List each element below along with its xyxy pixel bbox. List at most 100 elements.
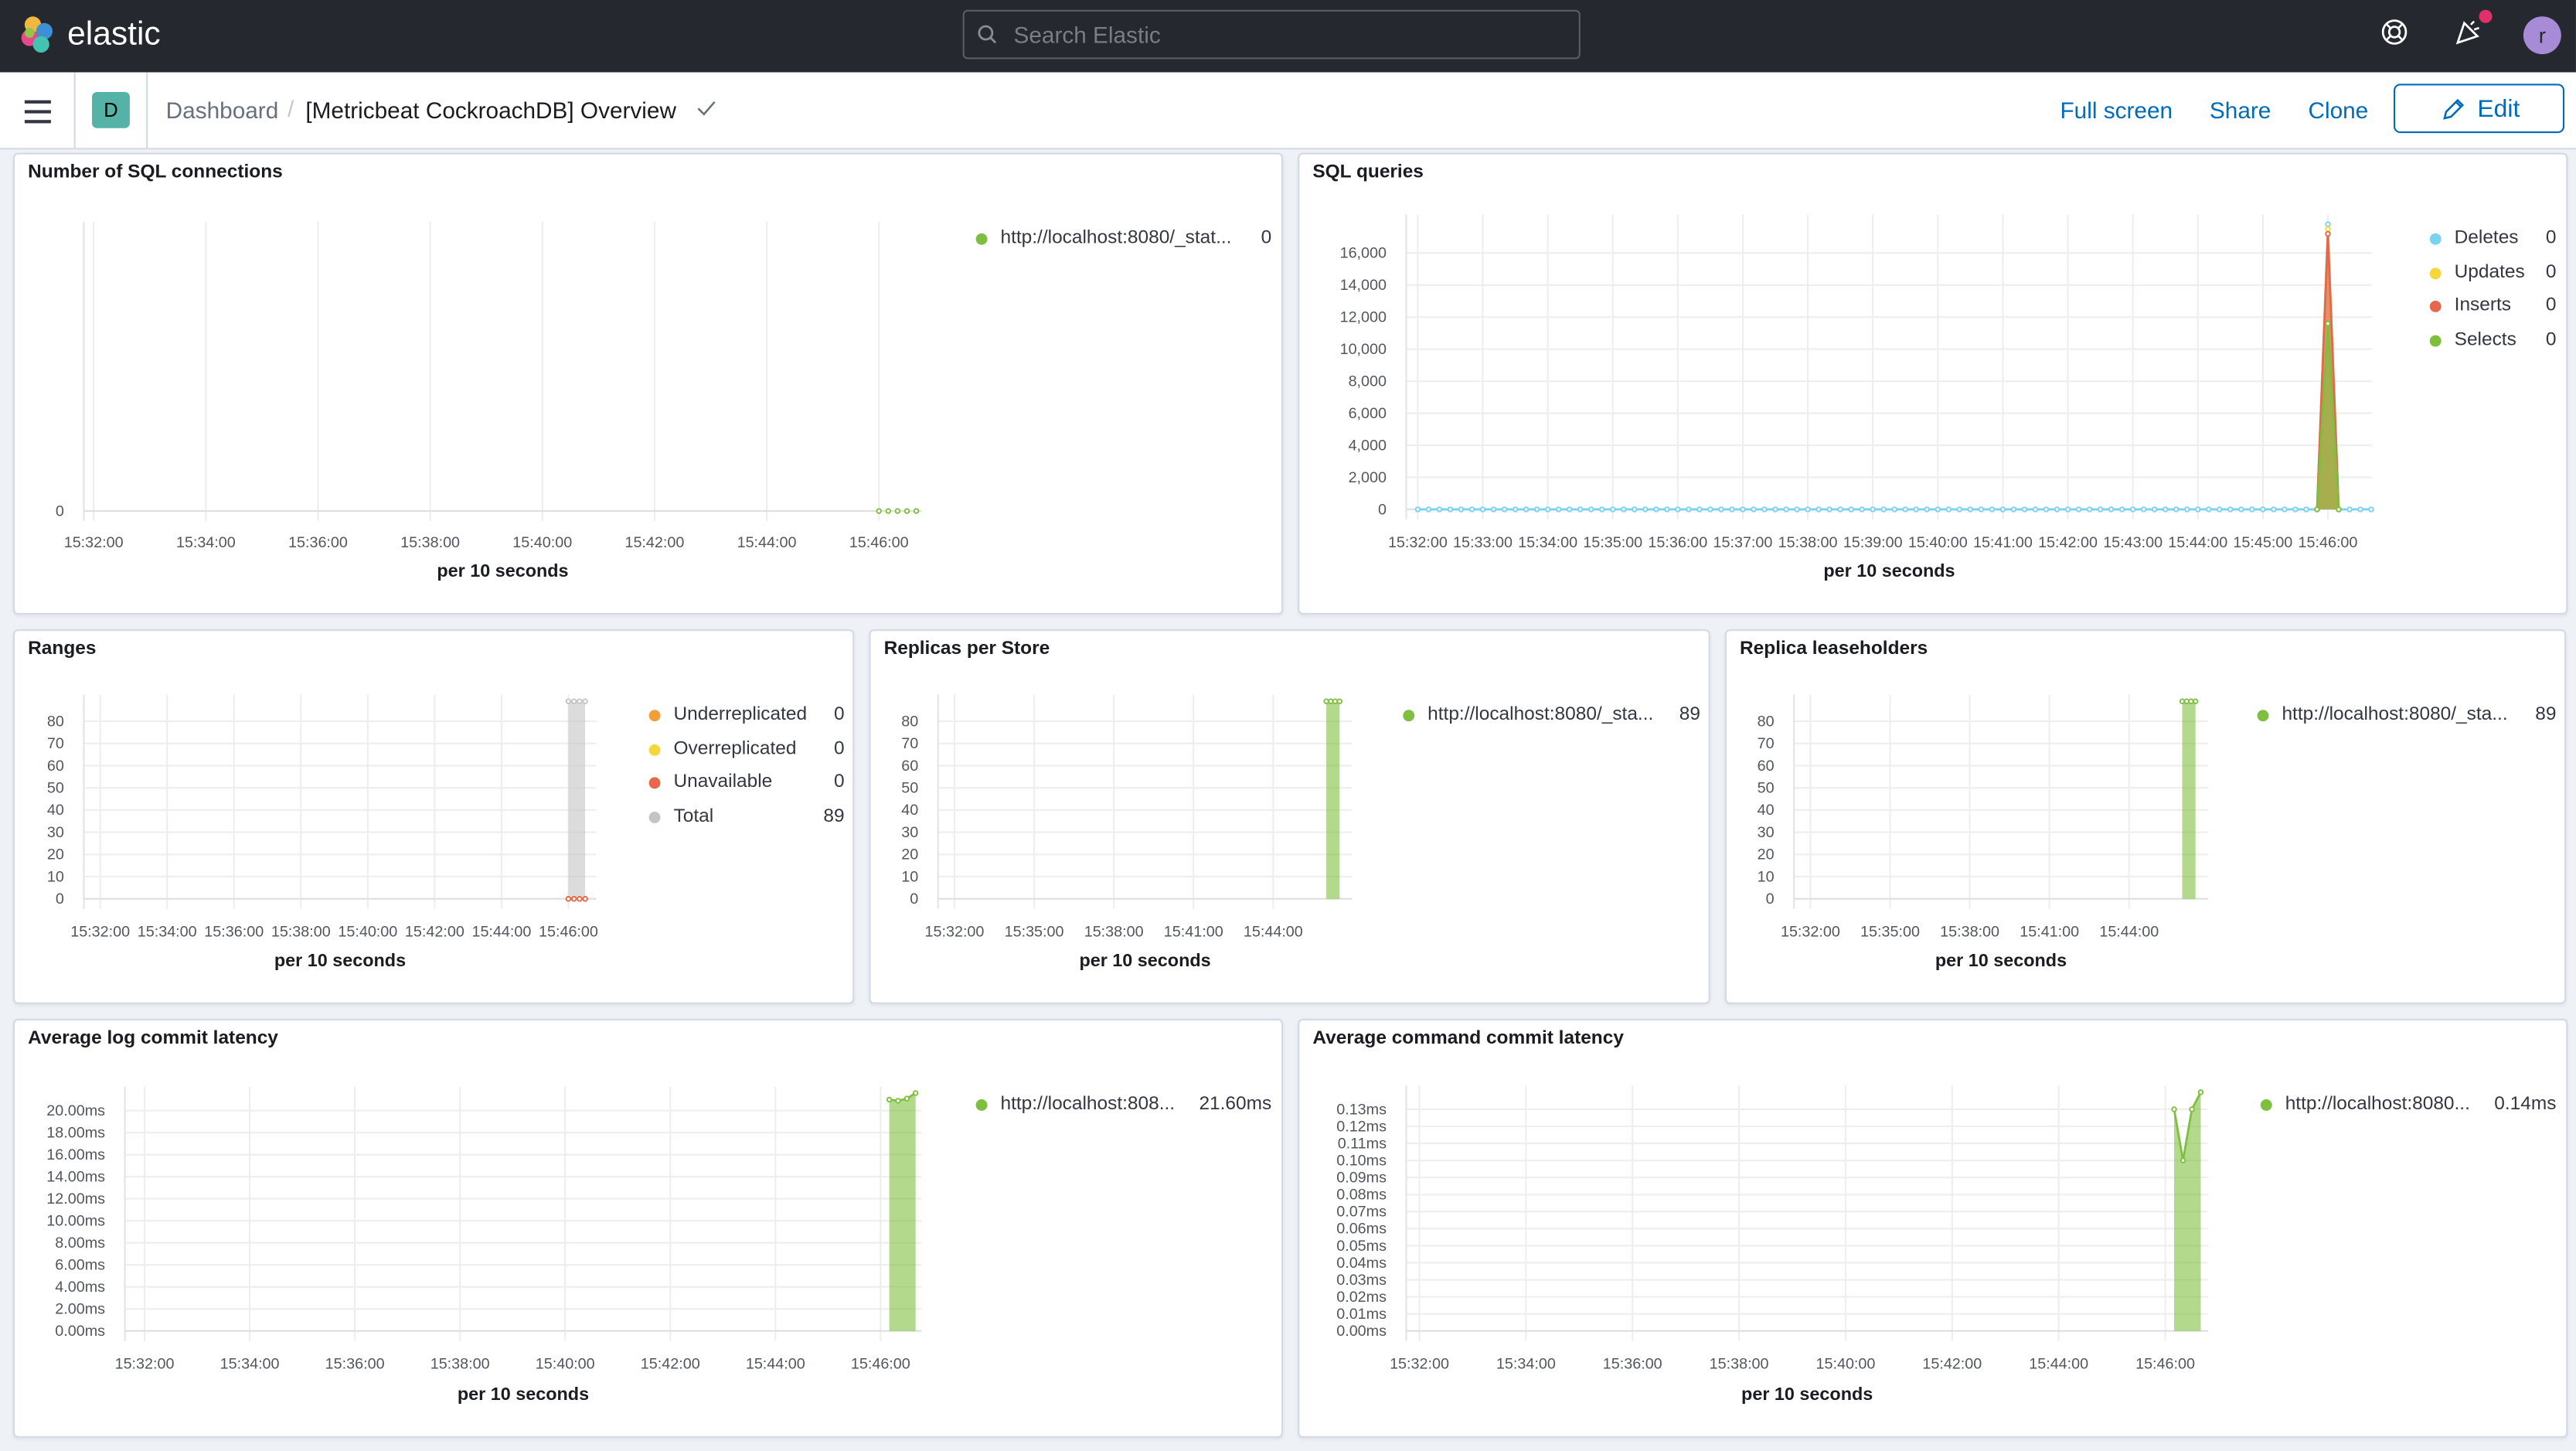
data-point[interactable] bbox=[1805, 506, 1811, 513]
data-point[interactable] bbox=[2227, 506, 2234, 513]
data-point[interactable] bbox=[2282, 506, 2288, 513]
data-point[interactable] bbox=[2238, 506, 2244, 513]
legend-item[interactable]: http://localhost:8080/_sta... 89 bbox=[2257, 705, 2556, 739]
data-point[interactable] bbox=[903, 508, 910, 514]
data-point[interactable] bbox=[2192, 698, 2199, 704]
legend-item[interactable]: http://localhost:8080/_sta... 89 bbox=[1403, 705, 1700, 739]
data-point[interactable] bbox=[577, 895, 583, 902]
data-point[interactable] bbox=[1826, 506, 1832, 513]
data-point[interactable] bbox=[1978, 506, 1985, 513]
data-point[interactable] bbox=[2357, 506, 2363, 513]
data-point[interactable] bbox=[1967, 506, 1974, 513]
brand-name[interactable]: elastic bbox=[67, 16, 161, 54]
data-point[interactable] bbox=[1815, 506, 1822, 513]
data-point[interactable] bbox=[1587, 506, 1594, 513]
legend-item[interactable]: http://localhost:8080... 0.14ms bbox=[2260, 1095, 2556, 1129]
panel-p4[interactable]: Replicas per Store 0 10 20 30 40 50 60 70 80 15:32… bbox=[869, 629, 1710, 1004]
data-point[interactable] bbox=[582, 895, 588, 902]
data-point[interactable] bbox=[2064, 506, 2071, 513]
data-point[interactable] bbox=[1859, 506, 1865, 513]
data-point[interactable] bbox=[2197, 1089, 2204, 1095]
data-point[interactable] bbox=[1989, 506, 1996, 513]
data-point[interactable] bbox=[1501, 506, 1508, 513]
data-point[interactable] bbox=[1848, 506, 1854, 513]
data-point[interactable] bbox=[565, 895, 572, 902]
data-point[interactable] bbox=[1533, 506, 1540, 513]
data-point[interactable] bbox=[1598, 506, 1605, 513]
data-point[interactable] bbox=[2189, 1106, 2195, 1112]
elastic-logo-icon[interactable] bbox=[18, 15, 57, 54]
data-point[interactable] bbox=[1436, 506, 1443, 513]
data-point[interactable] bbox=[885, 508, 892, 514]
clone-button[interactable]: Clone bbox=[2308, 97, 2368, 123]
data-point[interactable] bbox=[1880, 506, 1887, 513]
data-point[interactable] bbox=[1751, 506, 1757, 513]
panel-p1[interactable]: Number of SQL connections 0 15:32:00 15:34:… bbox=[13, 152, 1284, 615]
data-point[interactable] bbox=[2086, 506, 2093, 513]
data-point[interactable] bbox=[2368, 506, 2374, 513]
data-point[interactable] bbox=[1642, 506, 1649, 513]
legend-item[interactable]: http://localhost:808... 21.60ms bbox=[975, 1095, 1271, 1129]
legend-item[interactable]: Selects 0 bbox=[2429, 330, 2556, 364]
legend-item[interactable]: Overreplicated 0 bbox=[648, 739, 845, 773]
data-point[interactable] bbox=[2303, 506, 2309, 513]
panel-p2[interactable]: SQL queries 0 2,000 4,000 6,000 8,000 10,000 12… bbox=[1298, 152, 2568, 615]
data-point[interactable] bbox=[1479, 506, 1486, 513]
data-point[interactable] bbox=[2195, 506, 2201, 513]
data-point[interactable] bbox=[895, 1098, 901, 1104]
data-point[interactable] bbox=[2325, 230, 2331, 237]
data-point[interactable] bbox=[2140, 506, 2147, 513]
data-point[interactable] bbox=[2325, 320, 2331, 327]
legend-item[interactable]: Unavailable 0 bbox=[648, 773, 845, 807]
data-point[interactable] bbox=[1332, 698, 1339, 704]
data-point[interactable] bbox=[1577, 506, 1584, 513]
data-point[interactable] bbox=[1783, 506, 1789, 513]
data-point[interactable] bbox=[1913, 506, 1919, 513]
data-point[interactable] bbox=[2206, 506, 2212, 513]
space-badge[interactable]: D bbox=[92, 92, 130, 128]
data-point[interactable] bbox=[1336, 698, 1342, 704]
data-point[interactable] bbox=[2314, 506, 2320, 513]
data-point[interactable] bbox=[1902, 506, 1908, 513]
data-point[interactable] bbox=[1686, 506, 1692, 513]
legend-item[interactable]: Inserts 0 bbox=[2429, 296, 2556, 330]
data-point[interactable] bbox=[1675, 506, 1681, 513]
data-point[interactable] bbox=[1523, 506, 1530, 513]
data-point[interactable] bbox=[1447, 506, 1454, 513]
data-point[interactable] bbox=[570, 895, 577, 902]
data-point[interactable] bbox=[2010, 506, 2017, 513]
share-button[interactable]: Share bbox=[2210, 97, 2271, 123]
data-point[interactable] bbox=[1425, 506, 1432, 513]
data-point[interactable] bbox=[2021, 506, 2028, 513]
legend-item[interactable]: Underreplicated 0 bbox=[648, 705, 845, 739]
data-point[interactable] bbox=[2188, 698, 2194, 704]
panel-p5[interactable]: Replica leaseholders 0 10 20 30 40 50 60 70 80 15:… bbox=[1724, 629, 2567, 1004]
legend-item[interactable]: Deletes 0 bbox=[2429, 228, 2556, 262]
data-point[interactable] bbox=[570, 698, 577, 704]
data-point[interactable] bbox=[1945, 506, 1952, 513]
data-point[interactable] bbox=[1653, 506, 1659, 513]
data-point[interactable] bbox=[565, 698, 572, 704]
avatar[interactable]: r bbox=[2523, 16, 2561, 55]
data-point[interactable] bbox=[2075, 506, 2082, 513]
data-point[interactable] bbox=[913, 508, 920, 514]
newsfeed-icon[interactable] bbox=[2455, 18, 2482, 46]
data-point[interactable] bbox=[1566, 506, 1573, 513]
data-point[interactable] bbox=[2179, 698, 2186, 704]
data-point[interactable] bbox=[1621, 506, 1627, 513]
data-point[interactable] bbox=[2043, 506, 2050, 513]
data-point[interactable] bbox=[1956, 506, 1963, 513]
breadcrumb-dashboard[interactable]: Dashboard bbox=[166, 97, 279, 123]
data-point[interactable] bbox=[1999, 506, 2006, 513]
data-point[interactable] bbox=[1891, 506, 1897, 513]
data-point[interactable] bbox=[2180, 1157, 2186, 1163]
data-point[interactable] bbox=[1323, 698, 1329, 704]
data-point[interactable] bbox=[903, 1095, 910, 1102]
data-point[interactable] bbox=[2032, 506, 2039, 513]
data-point[interactable] bbox=[2097, 506, 2104, 513]
data-point[interactable] bbox=[2184, 506, 2190, 513]
data-point[interactable] bbox=[2054, 506, 2060, 513]
data-point[interactable] bbox=[1544, 506, 1551, 513]
data-point[interactable] bbox=[2129, 506, 2136, 513]
data-point[interactable] bbox=[2292, 506, 2299, 513]
